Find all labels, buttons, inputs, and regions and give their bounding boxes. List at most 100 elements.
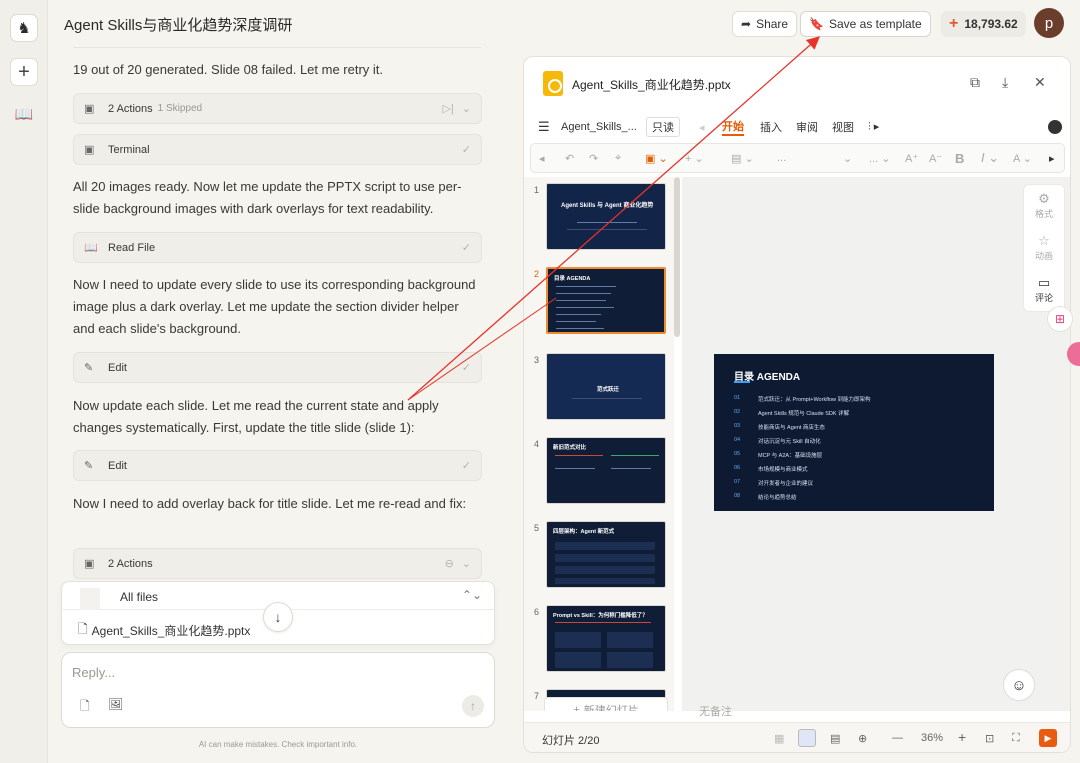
reply-box[interactable]: Reply... 🗋 🖼 ↑: [61, 652, 495, 728]
assistant-message: 19 out of 20 generated. Slide 08 failed.…: [73, 62, 384, 77]
undo-icon[interactable]: ↶: [565, 152, 574, 165]
menu-insert-tab[interactable]: 插入: [760, 119, 782, 135]
avatar[interactable]: p: [1034, 8, 1064, 38]
format-painter-icon[interactable]: ⌖: [615, 152, 621, 165]
menu-home-tab[interactable]: 开始: [722, 118, 744, 136]
font-size-select[interactable]: ... ⌄: [869, 152, 890, 165]
credits-badge[interactable]: + 18,793.62: [941, 11, 1026, 37]
user-icon[interactable]: [1048, 120, 1062, 134]
book-icon: 📖: [84, 242, 98, 254]
plus-spark-icon: +: [949, 15, 959, 32]
menu-icon[interactable]: ☰: [538, 119, 550, 135]
italic-icon[interactable]: I ⌄: [981, 150, 999, 166]
notes-view-icon[interactable]: ▤: [830, 732, 840, 745]
layout-icon[interactable]: ▤ ⌄: [731, 152, 754, 165]
grid-view-icon[interactable]: ▦: [774, 732, 784, 745]
thumb-box: [607, 632, 653, 648]
edit-block[interactable]: ✎ Edit ✓: [73, 450, 482, 481]
globe-icon[interactable]: ⊕: [858, 732, 867, 745]
redo-icon[interactable]: ↷: [589, 152, 598, 165]
viewer-file-name: Agent_Skills_商业化趋势.pptx: [572, 78, 731, 92]
actions-block[interactable]: ▣ 2 Actions ⊖ ⌄: [73, 548, 482, 579]
font-family-select[interactable]: ...: [777, 152, 786, 164]
slide-thumbnail[interactable]: 范式跃迁: [546, 353, 666, 420]
thumb-number: 5: [534, 523, 540, 533]
slide-thumbnail[interactable]: Prompt vs Skill：为何称门槛降低了？: [546, 605, 666, 672]
zoom-out-icon[interactable]: —: [892, 732, 903, 744]
assistant-bot-icon[interactable]: ☺: [1003, 669, 1035, 701]
app-logo-icon[interactable]: ♞: [10, 14, 38, 42]
collapse-icon[interactable]: ⌃⌄: [462, 588, 482, 602]
thumb-line: [556, 293, 611, 294]
save-as-template-button[interactable]: 🔖 Save as template: [800, 11, 931, 37]
normal-view-icon[interactable]: [798, 729, 816, 747]
agenda-row: 02 Agent Skills 规范与 Claude SDK 详解: [734, 409, 849, 417]
slide-thumbnail[interactable]: Agent Skills 与 Agent 商业化趋势: [546, 183, 666, 250]
play-slideshow-button[interactable]: ▶: [1039, 729, 1057, 747]
edit-block[interactable]: ✎ Edit ✓: [73, 352, 482, 383]
agenda-row: 03 技能商店与 Agent 商店生态: [734, 423, 825, 431]
notes-placeholder[interactable]: 无备注: [699, 703, 732, 719]
chevron-down-icon: ⌄: [461, 103, 471, 115]
format-tool[interactable]: ⚙ 格式: [1024, 191, 1064, 220]
comment-tool[interactable]: ▭ 评论: [1024, 275, 1064, 304]
new-chat-button[interactable]: +: [10, 58, 38, 86]
menu-prev-icon[interactable]: ◂: [699, 121, 705, 134]
new-slide-label: 新建幻灯片: [583, 705, 639, 711]
slideshow-icon[interactable]: ▣ ⌄: [645, 152, 668, 165]
file-item[interactable]: 🗋 Agent_Skills_商业化趋势.pptx: [78, 620, 250, 641]
thumb-number: 4: [534, 439, 540, 449]
increase-font-icon[interactable]: A⁺: [905, 152, 918, 165]
font-color-icon[interactable]: A ⌄: [1013, 152, 1032, 165]
menu-more-icon[interactable]: ⫶ ▸: [868, 120, 879, 134]
fullscreen-icon[interactable]: ⛶: [1012, 732, 1020, 745]
slide-thumbnail[interactable]: 四层架构：Agent 新范式: [546, 521, 666, 588]
thumbnail-scrollbar[interactable]: [674, 177, 680, 337]
image-icon[interactable]: 🖼: [108, 697, 123, 711]
files-title: All files: [120, 590, 159, 604]
slide-thumbnail[interactable]: 新旧范式对比: [546, 437, 666, 504]
bold-icon[interactable]: B: [955, 151, 964, 166]
close-icon[interactable]: ✕: [1034, 74, 1046, 91]
new-slide-button[interactable]: + 新建幻灯片: [544, 697, 668, 711]
actions-block[interactable]: ▣ 2 Actions 1 Skipped ▷| ⌄: [73, 93, 482, 124]
send-button[interactable]: ↑: [462, 695, 484, 717]
menu-view-tab[interactable]: 视图: [832, 119, 854, 135]
slide-title-underline: [734, 381, 750, 383]
slide-thumbnail-selected[interactable]: 目录 AGENDA: [546, 267, 666, 334]
animation-label: 动画: [1034, 251, 1053, 261]
scroll-right-icon[interactable]: ▸: [1049, 152, 1055, 165]
attach-file-icon[interactable]: 🗋: [80, 697, 90, 718]
open-external-icon[interactable]: ⧉: [970, 74, 980, 91]
add-icon[interactable]: + ⌄: [685, 152, 704, 165]
terminal-block[interactable]: ▣ Terminal ✓: [73, 134, 482, 165]
download-icon[interactable]: ⤓: [1002, 74, 1008, 91]
thumb-line: [555, 468, 595, 469]
chat-panel: 19 out of 20 generated. Slide 08 failed.…: [48, 46, 518, 763]
thumb-line: [567, 229, 647, 230]
slides-file-icon: [543, 71, 563, 96]
agenda-text: MCP 与 A2A：基础设施层: [758, 453, 823, 459]
scroll-down-button[interactable]: ↓: [263, 602, 293, 632]
apps-icon[interactable]: ⊞: [1047, 306, 1073, 332]
share-icon: ➦: [741, 17, 752, 31]
decrease-font-icon[interactable]: A⁻: [929, 152, 942, 165]
thumb-line: [555, 622, 651, 623]
thumb-number: 7: [534, 691, 540, 701]
read-file-block[interactable]: 📖 Read File ✓: [73, 232, 482, 263]
thumb-title: 目录 AGENDA: [554, 276, 591, 282]
animation-tool[interactable]: ☆ 动画: [1024, 233, 1064, 262]
thumb-line: [577, 222, 637, 223]
current-slide[interactable]: 目录 AGENDA 01 范式跃迁：从 Prompt+Workflow 到能力即架…: [714, 354, 994, 511]
menu-review-tab[interactable]: 审阅: [796, 119, 818, 135]
file-item-label: Agent_Skills_商业化趋势.pptx: [91, 624, 251, 638]
thumb-row: [555, 578, 655, 584]
thumb-number: 1: [534, 185, 540, 195]
reply-input[interactable]: Reply...: [72, 665, 115, 680]
fit-icon[interactable]: ⊡: [985, 732, 994, 745]
library-book-icon[interactable]: 📖: [10, 100, 38, 128]
share-button[interactable]: ➦ Share: [732, 11, 798, 37]
zoom-in-icon[interactable]: +: [958, 729, 966, 745]
font-chevron-icon[interactable]: ⌄: [843, 152, 852, 165]
scroll-left-icon[interactable]: ◂: [539, 152, 545, 165]
